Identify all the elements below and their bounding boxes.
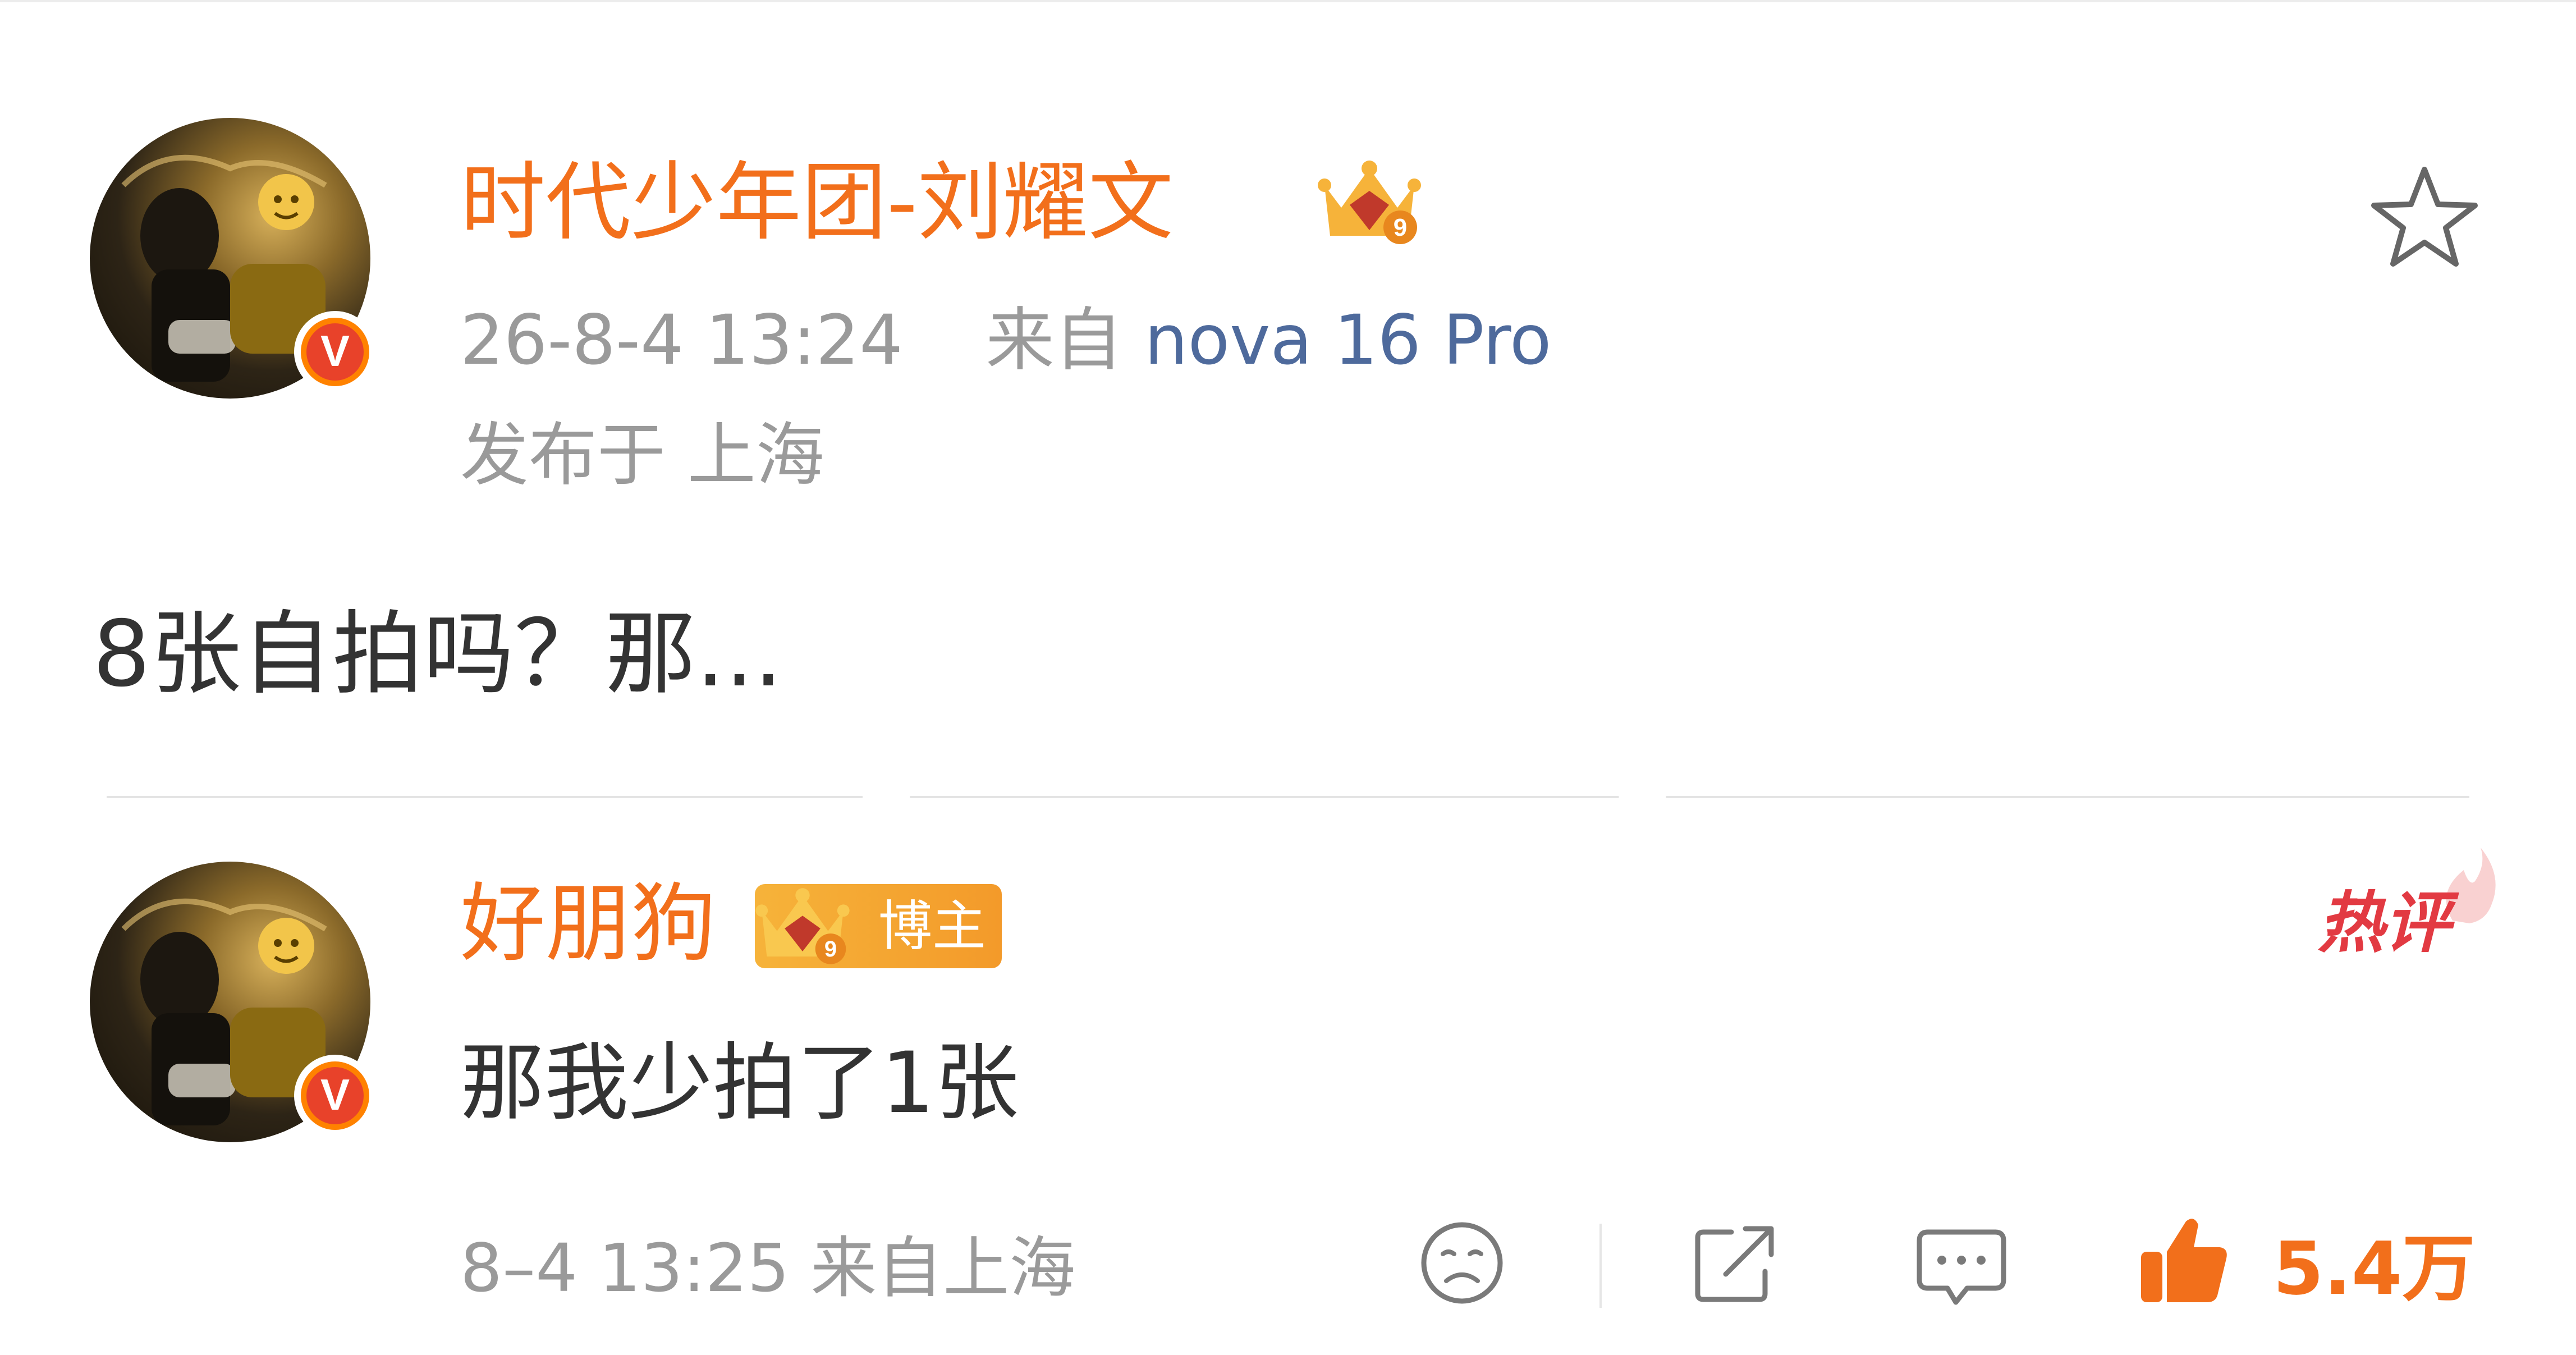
reply-text: 那我少拍了1张 xyxy=(460,1034,1019,1132)
star-icon[interactable] xyxy=(2368,163,2481,269)
post-author-avatar[interactable]: V xyxy=(90,118,376,399)
hot-comment-badge: 热评 xyxy=(2318,884,2451,962)
reply-author-name[interactable]: 好朋狗 xyxy=(460,881,716,967)
post-source-prefix: 来自 xyxy=(986,300,1123,380)
post-text: 8张自拍吗？那... xyxy=(93,602,783,707)
post-meta: 26-8-4 13:24 来自 nova 16 Pro xyxy=(460,306,1552,374)
reply-author-avatar[interactable]: V xyxy=(90,862,376,1142)
sad-face-icon[interactable] xyxy=(1417,1218,1507,1308)
reply-meta: 8–4 13:25 来自上海 xyxy=(460,1229,1076,1307)
like-count: 5.4万 xyxy=(2273,1226,2476,1311)
post-device[interactable]: nova 16 Pro xyxy=(1144,300,1551,380)
top-border xyxy=(0,0,2576,2)
share-icon[interactable] xyxy=(1692,1221,1782,1305)
post-author-name[interactable]: 时代少年团-刘耀文 xyxy=(460,160,1174,245)
crown-level-number: 9 xyxy=(824,937,837,962)
action-separator xyxy=(1599,1224,1602,1308)
comment-icon[interactable] xyxy=(1914,1224,2009,1313)
crown-level-icon: 9 xyxy=(1318,161,1421,244)
verified-badge-icon: V xyxy=(294,1055,376,1137)
thumbs-up-icon[interactable] xyxy=(2135,1212,2231,1308)
divider xyxy=(107,796,2469,798)
crown-level-icon: 9 xyxy=(755,888,850,964)
blogger-label: 博主 xyxy=(878,895,986,958)
post-location: 发布于 上海 xyxy=(460,415,824,495)
crown-level-number: 9 xyxy=(1394,214,1407,241)
verified-badge-icon: V xyxy=(294,311,376,393)
post-timestamp: 26-8-4 13:24 xyxy=(460,300,903,380)
